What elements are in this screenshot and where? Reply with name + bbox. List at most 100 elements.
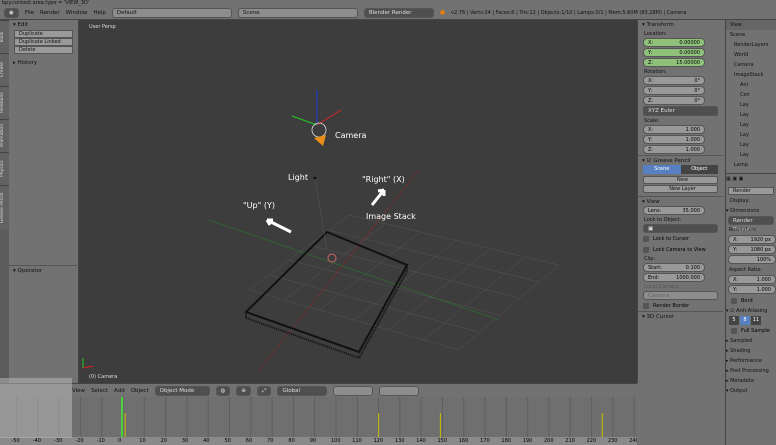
border-checkbox[interactable]: Bord: [726, 295, 776, 306]
scale-x[interactable]: X: 1.000: [643, 125, 705, 134]
outliner-view-menu[interactable]: View: [726, 20, 776, 30]
location-z[interactable]: Z: 15.00000: [643, 58, 705, 67]
screen-layout-select[interactable]: Default: [111, 7, 232, 18]
clip-end[interactable]: End: 1000.000: [643, 273, 705, 282]
history-panel-header[interactable]: ▸ History: [9, 58, 78, 68]
menu-help[interactable]: Help: [93, 10, 106, 16]
lock-camera-checkbox[interactable]: Lock Camera to View: [638, 244, 723, 255]
rotation-y[interactable]: Y: 0°: [643, 86, 705, 95]
outliner-item[interactable]: Scene: [726, 30, 776, 40]
outliner-item[interactable]: ImageStack: [726, 70, 776, 80]
render-engine-select[interactable]: Blender Render: [363, 7, 434, 18]
manipulator-toggle[interactable]: ⤢: [257, 385, 272, 396]
section-output[interactable]: ▾ Output: [726, 386, 776, 396]
menu-window[interactable]: Window: [66, 10, 88, 16]
render-button[interactable]: Render: [728, 187, 774, 195]
outliner-item[interactable]: RenderLayers: [726, 40, 776, 50]
layers-grid-2[interactable]: [379, 385, 420, 396]
tool-tab[interactable]: Relations: [0, 86, 9, 119]
outliner-item[interactable]: Lamp: [726, 160, 776, 170]
3d-cursor-header[interactable]: ▾ 3D Cursor: [638, 311, 723, 321]
tool-tab[interactable]: Animation: [0, 119, 9, 152]
outliner-item[interactable]: Con: [726, 90, 776, 100]
frame-ruler[interactable]: -50 -40 -30 -20 -10 0 10 20 30 40 50 60 70 80 90 100 110…: [0, 437, 637, 445]
view-panel-header[interactable]: ▾ View: [638, 196, 723, 206]
axis-label: Y:: [648, 88, 653, 94]
menu-object[interactable]: Object: [131, 388, 149, 394]
location-x[interactable]: X: 0.00000: [643, 38, 705, 47]
duplicate-linked-button[interactable]: Duplicate Linked: [14, 38, 73, 46]
transform-header[interactable]: ▾ Transform: [638, 20, 723, 30]
antialias-header[interactable]: ▾ ☑ Anti-Aliasing: [726, 306, 776, 316]
resolution-percent[interactable]: 100%: [728, 255, 776, 264]
grease-scene-tab[interactable]: Scene: [643, 165, 681, 174]
aa-sample-5[interactable]: 5: [729, 316, 739, 325]
layers-grid[interactable]: [333, 385, 374, 396]
menu-file[interactable]: File: [25, 10, 34, 16]
delete-button[interactable]: Delete: [14, 46, 73, 54]
section-post-processing[interactable]: ▸ Post Processing: [726, 366, 776, 376]
aspect-y[interactable]: Y: 1.000: [728, 285, 776, 294]
menu-view[interactable]: View: [72, 388, 85, 394]
aa-sample-11[interactable]: 11: [751, 316, 761, 325]
lock-cursor-checkbox[interactable]: Lock to Cursor: [638, 233, 723, 244]
lens-field[interactable]: Lens: 35.000: [643, 206, 705, 215]
grease-object-tab[interactable]: Object: [680, 165, 718, 174]
render-border-checkbox[interactable]: Render Border: [638, 300, 723, 311]
axis-label: X:: [648, 40, 654, 46]
tool-tab[interactable]: Create: [0, 53, 9, 86]
outliner-item[interactable]: Lay: [726, 150, 776, 160]
outliner-item[interactable]: Lay: [726, 120, 776, 130]
rotation-mode-select[interactable]: XYZ Euler: [643, 106, 718, 116]
section-performance[interactable]: ▸ Performance: [726, 356, 776, 366]
render-presets-select[interactable]: Render Presets: [728, 216, 774, 233]
local-camera-field[interactable]: Camera: [643, 291, 718, 300]
edit-panel-header[interactable]: ▾ Edit: [9, 20, 78, 30]
frame-tick-label: 60: [245, 438, 253, 444]
resolution-y[interactable]: Y: 1080 px: [728, 245, 776, 254]
clip-start[interactable]: Start: 0.100: [643, 263, 705, 272]
scale-z[interactable]: Z: 1.000: [643, 145, 705, 154]
lock-object-field[interactable]: ▣: [643, 224, 718, 233]
section-metadata[interactable]: ▸ Metadata: [726, 376, 776, 386]
timeline[interactable]: [0, 397, 637, 437]
outliner-item[interactable]: Camera: [726, 60, 776, 70]
section-shading[interactable]: ▸ Shading: [726, 346, 776, 356]
mode-select[interactable]: Object Mode: [154, 385, 210, 396]
editor-type-icon[interactable]: ◉: [4, 7, 19, 18]
dimensions-header[interactable]: ▾ Dimensions: [726, 206, 776, 216]
orientation-select[interactable]: Global: [277, 385, 328, 396]
outliner-item[interactable]: Ani: [726, 80, 776, 90]
full-sample-checkbox[interactable]: Full Sample: [726, 325, 776, 336]
shading-select[interactable]: ◍: [215, 385, 231, 396]
tool-tab[interactable]: Grease Pencil: [0, 185, 9, 230]
tool-tab[interactable]: Tools: [0, 20, 9, 53]
outliner-item[interactable]: Lay: [726, 110, 776, 120]
menu-render[interactable]: Render: [40, 10, 60, 16]
checkbox-label: Lock to Cursor: [653, 235, 690, 242]
menu-select[interactable]: Select: [91, 388, 108, 394]
scene-select[interactable]: Scene: [237, 7, 358, 18]
pivot-select[interactable]: ⊕: [236, 385, 252, 396]
grease-new-button[interactable]: New: [643, 176, 718, 184]
outliner-item[interactable]: Lay: [726, 100, 776, 110]
props-tabs[interactable]: ▦ ▣ ▣: [726, 174, 776, 186]
tool-tab[interactable]: Physics: [0, 152, 9, 185]
operator-panel-header[interactable]: ▾ Operator: [9, 265, 77, 275]
3d-viewport[interactable]: User Persp (0) Camera Camera Light "Righ…: [79, 20, 637, 383]
duplicate-button[interactable]: Duplicate: [14, 30, 73, 38]
rotation-x[interactable]: X: 0°: [643, 76, 705, 85]
resolution-x[interactable]: X: 1920 px: [728, 235, 776, 244]
location-y[interactable]: Y: 0.00000: [643, 48, 705, 57]
aspect-x[interactable]: X: 1.000: [728, 275, 776, 284]
outliner-item[interactable]: Lay: [726, 130, 776, 140]
outliner-item[interactable]: Lay: [726, 140, 776, 150]
menu-add[interactable]: Add: [114, 388, 125, 394]
new-layer-button[interactable]: New Layer: [643, 185, 718, 193]
scale-y[interactable]: Y: 1.000: [643, 135, 705, 144]
grease-pencil-header[interactable]: ▾ ☑ Grease Pencil: [638, 155, 723, 165]
outliner-item[interactable]: World: [726, 50, 776, 60]
rotation-z[interactable]: Z: 0°: [643, 96, 705, 105]
aa-sample-8[interactable]: 8: [740, 316, 750, 325]
section-sampled[interactable]: ▸ Sampled: [726, 336, 776, 346]
